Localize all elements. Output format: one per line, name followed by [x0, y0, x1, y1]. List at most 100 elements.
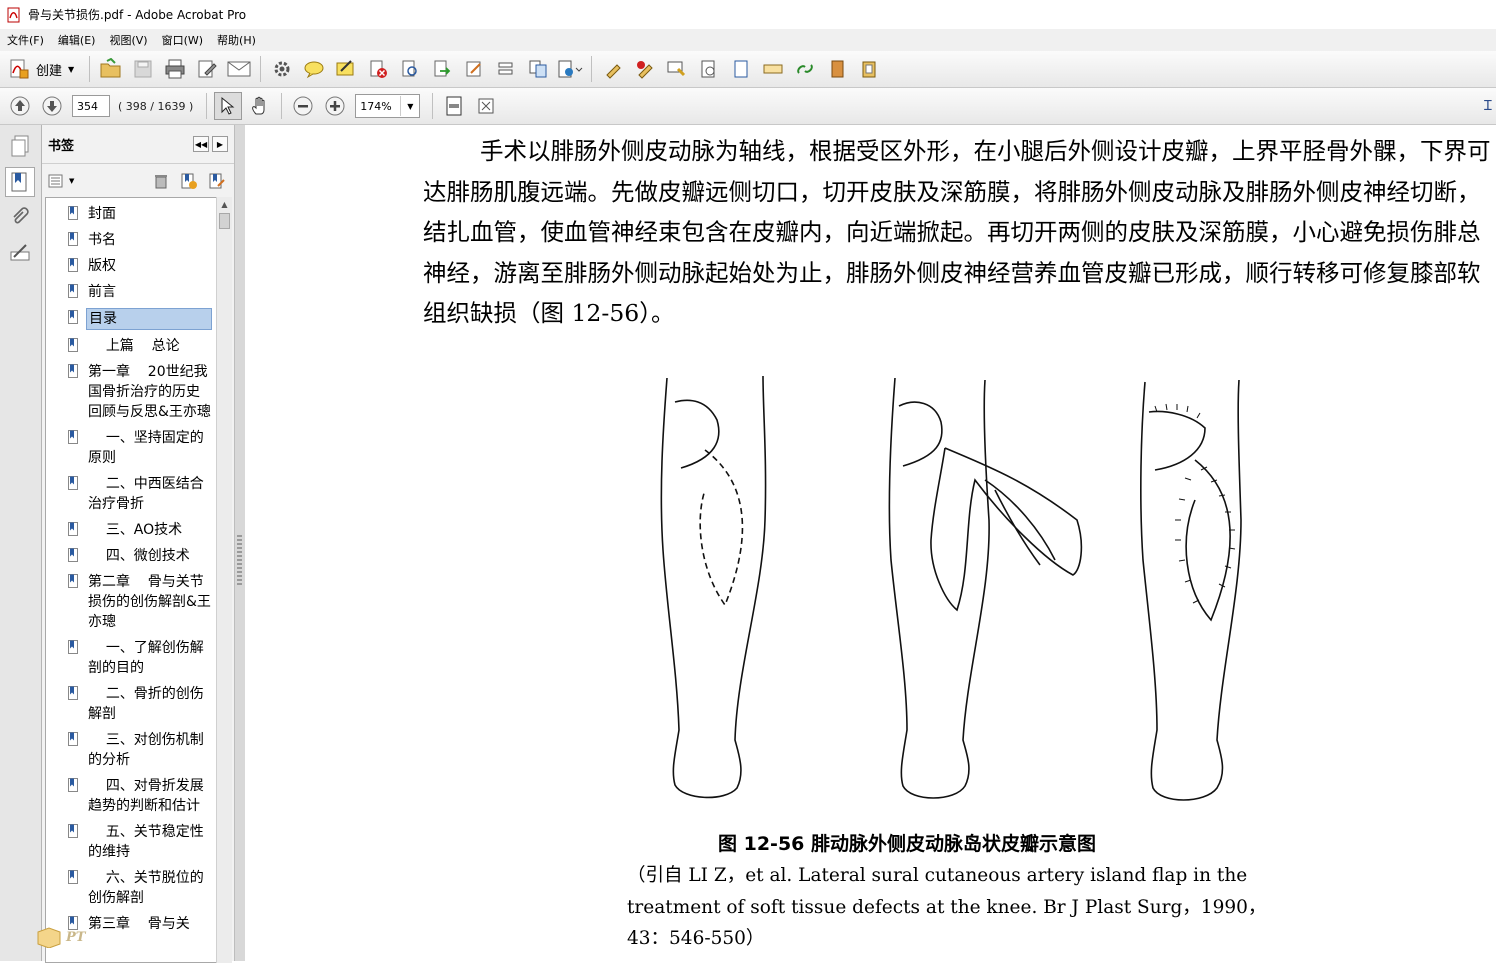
bookmark-item[interactable]: 书名 — [46, 230, 218, 250]
bookmark-item[interactable]: 前言 — [46, 282, 218, 302]
combine-button[interactable] — [524, 55, 552, 83]
hand-icon — [252, 96, 265, 115]
document-view[interactable]: 手术以腓肠外侧皮动脉为轴线，根据受区外形，在小腿后外侧设计皮瓣，上界平胫骨外髁，… — [245, 125, 1496, 961]
bookmark-item[interactable]: 一、坚持固定的原则 — [46, 428, 218, 468]
bookmark-item[interactable]: 第一章 20世纪我国骨折治疗的历史回顾与反思&王亦璁 — [46, 362, 218, 422]
remove-button[interactable] — [631, 55, 659, 83]
measure-button[interactable] — [759, 55, 787, 83]
signatures-panel-button[interactable] — [5, 239, 35, 269]
expand-bookmark-button[interactable] — [206, 170, 228, 192]
email-button[interactable] — [225, 55, 253, 83]
zoom-input[interactable] — [356, 96, 401, 116]
sign-button[interactable] — [332, 55, 360, 83]
zoom-in-button[interactable] — [321, 92, 349, 120]
zoom-out-button[interactable] — [289, 92, 317, 120]
link-button[interactable] — [791, 55, 819, 83]
fields-button[interactable] — [492, 55, 520, 83]
bookmark-label: 三、对创伤机制的分析 — [88, 732, 204, 768]
create-button[interactable]: 创建 ▼ — [8, 58, 74, 80]
bookmark-label: 四、对骨折发展趋势的判断和估计 — [88, 778, 204, 814]
hand-tool-button[interactable] — [246, 92, 274, 120]
save-button[interactable] — [129, 55, 157, 83]
edit-button[interactable] — [193, 55, 221, 83]
bookmark-label: 上篇 总论 — [88, 338, 180, 354]
menu-window[interactable]: 窗口(W) — [155, 32, 210, 48]
chevron-down-icon[interactable]: ▼ — [400, 96, 419, 116]
bookmark-item[interactable]: 目录 — [46, 308, 218, 330]
open-button[interactable] — [97, 55, 125, 83]
print-button[interactable] — [161, 55, 189, 83]
scrollbar-thumb[interactable] — [219, 213, 230, 229]
bookmark-item[interactable]: 上篇 总论 — [46, 336, 218, 356]
media-button[interactable] — [695, 55, 723, 83]
sign-pen-icon — [336, 60, 354, 76]
menu-edit[interactable]: 编辑(E) — [51, 32, 103, 48]
bookmark-item[interactable]: 第二章 骨与关节损伤的创伤解剖&王亦璁 — [46, 572, 218, 632]
bookmark-item[interactable]: 四、微创技术 — [46, 546, 218, 566]
book-button[interactable] — [823, 55, 851, 83]
page-number-input[interactable] — [72, 95, 110, 117]
previous-page-button[interactable] — [6, 92, 34, 120]
menu-help[interactable]: 帮助(H) — [210, 32, 263, 48]
menu-file[interactable]: 文件(F) — [0, 32, 51, 48]
find-button[interactable] — [396, 55, 424, 83]
bookmark-item[interactable]: 二、骨折的创伤解剖 — [46, 684, 218, 724]
splitter-grip[interactable] — [237, 535, 242, 585]
bookmark-item[interactable]: 四、对骨折发展趋势的判断和估计 — [46, 776, 218, 816]
settings-button[interactable] — [268, 55, 296, 83]
clipboard-icon — [862, 61, 876, 78]
panel-menu-icon[interactable]: ▶ — [212, 136, 228, 152]
bookmark-label: 书名 — [88, 232, 116, 248]
document-body: 手术以腓肠外侧皮动脉为轴线，根据受区外形，在小腿后外侧设计皮瓣，上界平胫骨外髁，… — [423, 131, 1495, 334]
menu-view[interactable]: 视图(V) — [102, 32, 154, 48]
bookmark-properties-icon — [209, 173, 225, 189]
full-screen-button[interactable] — [472, 92, 500, 120]
attachments-panel-button[interactable] — [5, 203, 35, 233]
form-button[interactable] — [460, 55, 488, 83]
toolbar-separator — [260, 56, 262, 82]
zoom-select[interactable]: ▼ — [355, 94, 421, 118]
collapse-panel-icon[interactable]: ◀◀ — [193, 136, 209, 152]
bookmark-label: 二、骨折的创伤解剖 — [88, 686, 204, 722]
page-count: ( 398 / 1639 ) — [118, 99, 194, 113]
delete-bookmark-button[interactable] — [150, 170, 172, 192]
window-title: 骨与关节损伤.pdf - Adobe Acrobat Pro — [28, 8, 247, 22]
delete-pages-button[interactable] — [364, 55, 392, 83]
bookmark-icon — [68, 522, 78, 536]
bookmark-icon — [68, 430, 78, 444]
bookmark-item[interactable]: 一、了解创伤解剖的目的 — [46, 638, 218, 678]
select-tool-button[interactable] — [214, 92, 243, 120]
pages-panel-button[interactable] — [5, 131, 35, 161]
new-bookmark-button[interactable] — [178, 170, 200, 192]
organize-button[interactable] — [855, 55, 883, 83]
document-menu-button[interactable] — [556, 55, 584, 83]
scroll-up-icon[interactable]: ▲ — [217, 197, 232, 211]
fit-page-button[interactable] — [440, 92, 468, 120]
bookmark-label: 第三章 骨与关 — [88, 916, 190, 932]
export-button[interactable] — [428, 55, 456, 83]
floppy-disk-icon — [134, 60, 152, 78]
secure-button[interactable] — [599, 55, 627, 83]
stamp-button[interactable] — [663, 55, 691, 83]
bookmark-item[interactable]: 三、AO技术 — [46, 520, 218, 540]
panel-splitter[interactable] — [234, 125, 245, 961]
blank-page-button[interactable] — [727, 55, 755, 83]
bookmark-item[interactable]: 三、对创伤机制的分析 — [46, 730, 218, 770]
bookmark-item[interactable]: 五、关节稳定性的维持 — [46, 822, 218, 862]
book-icon — [831, 60, 844, 78]
bookmarks-scrollbar[interactable]: ▲ — [216, 197, 232, 963]
bookmarks-panel-button[interactable] — [5, 167, 35, 197]
watermark-text: PT — [66, 929, 86, 945]
bookmark-item[interactable]: 六、关节脱位的创伤解剖 — [46, 868, 218, 908]
bookmark-label: 四、微创技术 — [88, 548, 190, 564]
figure-caption: 图 12-56 腓动脉外侧皮动脉岛状皮瓣示意图 — [718, 833, 1096, 855]
bookmarks-header: 书签 ◀◀ ▶ — [42, 125, 234, 164]
bookmark-item[interactable]: 二、中西医结合治疗骨折 — [46, 474, 218, 514]
bookmark-icon — [68, 870, 78, 884]
bookmark-item[interactable]: 封面 — [46, 204, 218, 224]
next-page-button[interactable] — [38, 92, 66, 120]
main-toolbar: 创建 ▼ — [0, 51, 1496, 88]
bookmark-options-button[interactable]: ▼ — [48, 173, 74, 189]
comment-button[interactable] — [300, 55, 328, 83]
bookmark-item[interactable]: 版权 — [46, 256, 218, 276]
